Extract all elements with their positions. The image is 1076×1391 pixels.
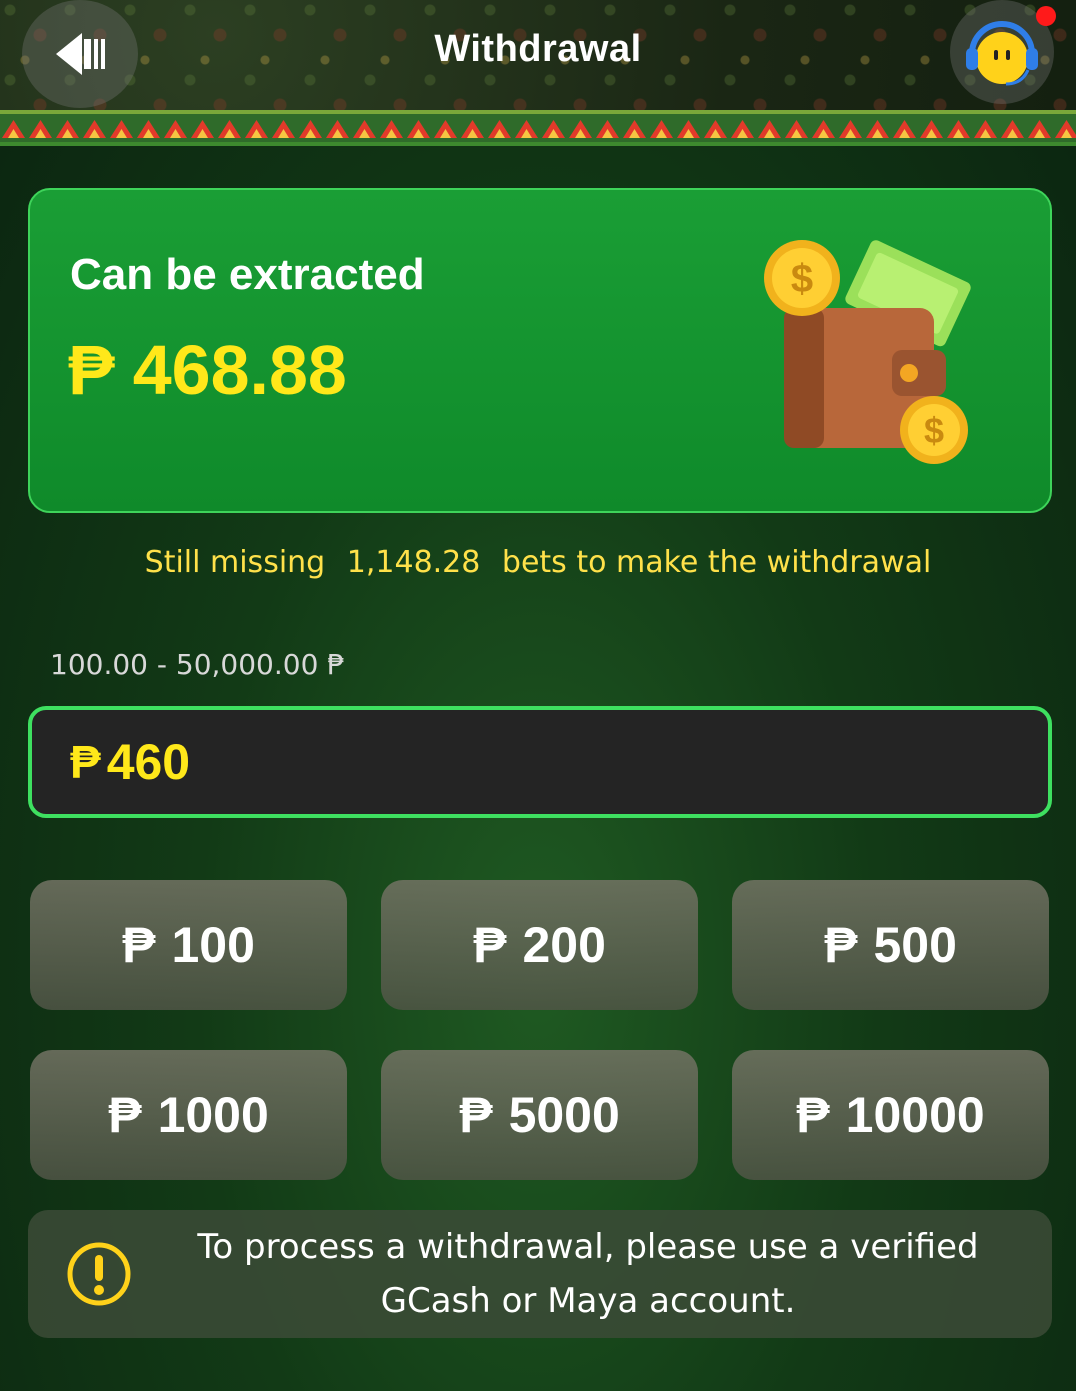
svg-text:$: $ bbox=[791, 257, 813, 301]
wager-requirement-note: Still missing 1,148.28 bets to make the … bbox=[0, 545, 1076, 580]
svg-text:$: $ bbox=[924, 410, 944, 451]
wallet-icon: $ $ bbox=[764, 240, 971, 464]
quick-amount-label: 10000 bbox=[845, 1087, 985, 1143]
quick-amount-symbol: ₱ bbox=[796, 1087, 830, 1143]
requirement-suffix: bets to make the withdrawal bbox=[501, 545, 932, 580]
balance-amount: ₱ 468.88 bbox=[68, 330, 347, 410]
quick-amount-symbol: ₱ bbox=[473, 917, 507, 973]
quick-amount-grid: ₱ 100 ₱ 200 ₱ 500 ₱ 1000 ₱ 5000 ₱ 10000 bbox=[30, 880, 1050, 1180]
decorative-border bbox=[0, 110, 1076, 146]
withdraw-range-label: 100.00 - 50,000.00 ₱ bbox=[50, 648, 346, 681]
quick-amount-button-200[interactable]: ₱ 200 bbox=[381, 880, 698, 1010]
currency-symbol: ₱ bbox=[68, 331, 115, 409]
quick-amount-button-500[interactable]: ₱ 500 bbox=[732, 880, 1049, 1010]
quick-amount-symbol: ₱ bbox=[122, 917, 156, 973]
balance-card: Can be extracted ₱ 468.88 $ $ bbox=[28, 188, 1052, 513]
quick-amount-label: 200 bbox=[522, 917, 606, 973]
balance-value: 468.88 bbox=[132, 331, 347, 409]
quick-amount-label: 1000 bbox=[157, 1087, 269, 1143]
quick-amount-button-5000[interactable]: ₱ 5000 bbox=[381, 1050, 698, 1180]
amount-field[interactable]: ₱ bbox=[28, 706, 1052, 818]
notice-text: To process a withdrawal, please use a ve… bbox=[197, 1227, 979, 1321]
page-title: Withdrawal bbox=[434, 28, 642, 70]
requirement-value: 1,148.28 bbox=[346, 545, 481, 580]
quick-amount-label: 100 bbox=[171, 917, 255, 973]
notification-dot bbox=[1036, 6, 1056, 26]
quick-amount-button-100[interactable]: ₱ 100 bbox=[30, 880, 347, 1010]
quick-amount-label: 500 bbox=[873, 917, 957, 973]
input-currency-symbol: ₱ bbox=[70, 736, 101, 788]
quick-amount-button-1000[interactable]: ₱ 1000 bbox=[30, 1050, 347, 1180]
header: Withdrawal bbox=[0, 0, 1076, 110]
requirement-prefix: Still missing bbox=[144, 545, 326, 580]
amount-input[interactable] bbox=[106, 733, 907, 791]
warning-icon bbox=[67, 1242, 131, 1306]
quick-amount-label: 5000 bbox=[508, 1087, 620, 1143]
quick-amount-button-10000[interactable]: ₱ 10000 bbox=[732, 1050, 1049, 1180]
quick-amount-symbol: ₱ bbox=[824, 917, 858, 973]
support-headset-icon bbox=[966, 21, 1038, 86]
balance-label: Can be extracted bbox=[70, 250, 425, 299]
quick-amount-symbol: ₱ bbox=[108, 1087, 142, 1143]
quick-amount-symbol: ₱ bbox=[459, 1087, 493, 1143]
verification-notice: To process a withdrawal, please use a ve… bbox=[28, 1210, 1052, 1338]
